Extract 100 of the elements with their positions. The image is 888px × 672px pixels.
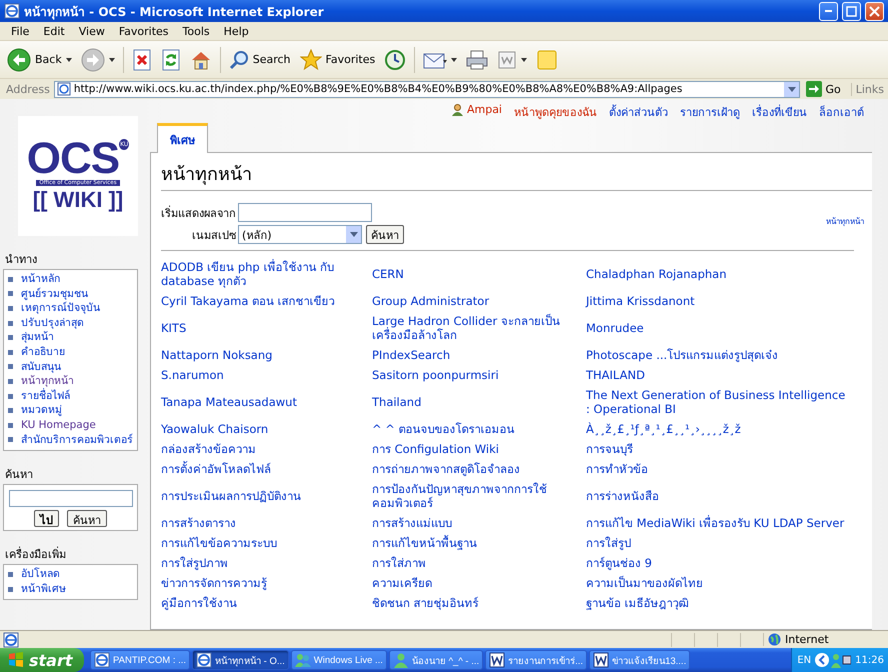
special-tab[interactable]: พิเศษ	[157, 123, 208, 153]
search-button[interactable]: Search	[226, 48, 294, 72]
menu-item[interactable]: Favorites	[112, 24, 176, 38]
taskbar-item[interactable]: ข่าวแจ้งเรียน13....	[589, 650, 690, 670]
search-button[interactable]: ค้นหา	[366, 225, 404, 244]
page-link[interactable]: Jittima Krissdanont	[586, 294, 851, 308]
page-link[interactable]: การแก้ไขข้อความระบบ	[161, 536, 372, 550]
menu-item[interactable]: Tools	[176, 24, 217, 38]
page-link[interactable]: À¸¸ž¸£¸¹ƒ¸ª¸¹¸£¸¸¹¸›¸¸¸¸ž¸ž	[586, 422, 851, 436]
page-link[interactable]: S.narumon	[161, 368, 372, 382]
document-icon	[489, 652, 506, 668]
page-link[interactable]: Nattaporn Noksang	[161, 348, 372, 362]
sidebar-link[interactable]: หน้าหลัก	[21, 272, 60, 287]
personal-link[interactable]: ตั้งค่าส่วนตัว	[609, 103, 668, 121]
page-link[interactable]: KITS	[161, 321, 372, 335]
page-link[interactable]: ฐานข้อ เมธีอัษฎาวุฒิ	[586, 596, 851, 610]
page-link[interactable]: ^ ^ ตอนจบของโดราเอมอน	[372, 422, 586, 436]
menu-item[interactable]: Edit	[36, 24, 72, 38]
page-link[interactable]: การสร้างแม่แบบ	[372, 516, 586, 530]
favorites-button[interactable]: Favorites	[296, 46, 378, 72]
page-link[interactable]: PIndexSearch	[372, 348, 586, 362]
menu-item[interactable]: Help	[216, 24, 256, 38]
links-label[interactable]: Links	[850, 82, 888, 96]
sidebar-link[interactable]: หน้าทุกหน้า	[21, 374, 74, 389]
sidebar-link[interactable]: คำอธิบาย	[21, 344, 65, 360]
sidebar-link[interactable]: รายชื่อไฟล์	[21, 388, 70, 404]
sidebar-link[interactable]: KU Homepage	[21, 418, 96, 433]
page-link[interactable]: ความเป็นมาของผัดไทย	[586, 576, 851, 590]
page-link[interactable]: Thailand	[372, 395, 586, 409]
page-link[interactable]: Chaladphan Rojanaphan	[586, 267, 851, 281]
sidebar-link[interactable]: อัปโหลด	[21, 567, 60, 582]
page-link[interactable]: The Next Generation of Business Intelligence : Operational BI	[586, 388, 851, 416]
page-link[interactable]: การประเมินผลการปฏิบัติงาน	[161, 489, 372, 503]
page-link[interactable]: การ์ตูนช่อง 9	[586, 556, 851, 570]
taskbar-item[interactable]: Windows Live ...	[290, 650, 387, 670]
minimize-button[interactable]	[819, 2, 838, 20]
page-link[interactable]: Yaowaluk Chaisorn	[161, 422, 372, 436]
taskbar-item[interactable]: น้องนาย ^_^ - ...	[388, 650, 484, 670]
page-link[interactable]: ชิดชนก สายชุ่มอินทร์	[372, 596, 586, 610]
back-button[interactable]: Back	[4, 46, 75, 74]
sidebar-link[interactable]: หมวดหมู่	[21, 403, 62, 418]
page-link[interactable]: การใส่รูปภาพ	[161, 556, 372, 570]
page-link[interactable]: ข่าวการจัดการความรู้	[161, 576, 372, 590]
page-link[interactable]: การใส่ภาพ	[372, 556, 586, 570]
page-link[interactable]: ADODB เขียน php เพื่อใช้งาน กับ database ทุกตัว	[161, 260, 372, 288]
page-link[interactable]: Group Administrator	[372, 294, 586, 308]
search-heading: ค้นหา	[4, 467, 34, 484]
page-link[interactable]: กล่องสร้างข้อความ	[161, 442, 372, 456]
page-link[interactable]: Tanapa Mateausadawut	[161, 395, 372, 409]
sidebar-link[interactable]: ศูนย์รวมชุมชน	[21, 286, 88, 302]
page-link[interactable]: CERN	[372, 267, 586, 281]
go-button[interactable]: ไป	[34, 510, 59, 528]
caret-icon	[521, 58, 528, 62]
start-button[interactable]: start	[0, 648, 84, 672]
personal-link[interactable]: ล็อกเอาต์	[819, 103, 864, 121]
page-link[interactable]: การถ่ายภาพจากสตูดิโอจำลอง	[372, 462, 586, 476]
page-link[interactable]: ความเครียด	[372, 576, 586, 590]
taskbar-item[interactable]: PANTIP.COM : ...	[90, 650, 190, 670]
go-button[interactable]: Go	[804, 81, 847, 97]
printer-icon	[466, 48, 488, 70]
personal-link[interactable]: รายการเฝ้าดู	[680, 103, 740, 121]
taskbar-item[interactable]: หน้าทุกหน้า - O...	[192, 650, 289, 670]
all-pages-link[interactable]: หน้าทุกหน้า	[826, 215, 864, 228]
sidebar-link[interactable]: สุ่มหน้า	[21, 330, 54, 345]
page-link[interactable]: Large Hadron Collider จะกลายเป็นเครื่องมือล้างโลก	[372, 314, 586, 342]
page-link[interactable]: การสร้างตาราง	[161, 516, 372, 530]
page-link[interactable]: การป้องกันปัญหาสุขภาพจากการใช้คอมพิวเตอร์	[372, 482, 586, 510]
sidebar-link[interactable]: สนับสนุน	[21, 360, 61, 374]
sidebar-link[interactable]: เหตุการณ์ปัจจุบัน	[21, 301, 100, 316]
sidebar-link[interactable]: หน้าพิเศษ	[21, 582, 66, 596]
page-link[interactable]: การตั้งค่าอัพโหลดไฟล์	[161, 462, 372, 476]
taskbar-item[interactable]: รายงานการเข้าร่...	[485, 650, 588, 670]
address-field[interactable]: http://www.wiki.ocs.ku.ac.th/index.php/%E0%B8%9E%E0%B8%B4%E0%B9%80%E0%B8%A8%E0%B8%A9:Allpages	[54, 80, 800, 98]
from-field[interactable]	[238, 203, 372, 222]
search-button[interactable]: ค้นหา	[67, 510, 107, 528]
page-icon	[56, 82, 71, 96]
page-link[interactable]: Monrudee	[586, 321, 851, 335]
page-link[interactable]: Sasitorn poonpurmsiri	[372, 368, 586, 382]
menu-item[interactable]: File	[4, 24, 36, 38]
page-link[interactable]: การ Configulation Wiki	[372, 442, 586, 456]
page-link[interactable]: การแก้ไข MediaWiki เพื่อรองรับ KU LDAP Server	[586, 516, 851, 530]
page-link[interactable]: Cyril Takayama ตอน เสกชาเขียว	[161, 294, 372, 308]
personal-link[interactable]: Ampai	[452, 103, 502, 116]
page-link[interactable]: การทำหัวข้อ	[586, 462, 851, 476]
page-link[interactable]: คู่มือการใช้งาน	[161, 596, 372, 610]
close-button[interactable]	[865, 2, 884, 20]
sidebar-link[interactable]: ปรับปรุงล่าสุด	[21, 316, 84, 330]
search-field[interactable]	[9, 490, 133, 508]
menu-item[interactable]: View	[72, 24, 112, 38]
page-link[interactable]: Photoscape ...โปรแกรมแต่งรูปสุดเจ๋ง	[586, 348, 851, 362]
sidebar-link[interactable]: สำนักบริการคอมพิวเตอร์	[21, 432, 133, 448]
namespace-select[interactable]: (หลัก)	[238, 225, 362, 244]
page-link[interactable]: การใส่รูป	[586, 536, 851, 550]
page-link[interactable]: THAILAND	[586, 368, 851, 382]
page-link[interactable]: การแก้ไขหน้าพื้นฐาน	[372, 536, 586, 550]
page-link[interactable]: การร่างหนังสือ	[586, 489, 851, 503]
personal-link[interactable]: หน้าพูดคุยของฉัน	[514, 103, 597, 121]
page-link[interactable]: การจนบุรี	[586, 442, 851, 456]
personal-link[interactable]: เรื่องที่เขียน	[752, 103, 807, 121]
maximize-button[interactable]	[842, 2, 861, 20]
